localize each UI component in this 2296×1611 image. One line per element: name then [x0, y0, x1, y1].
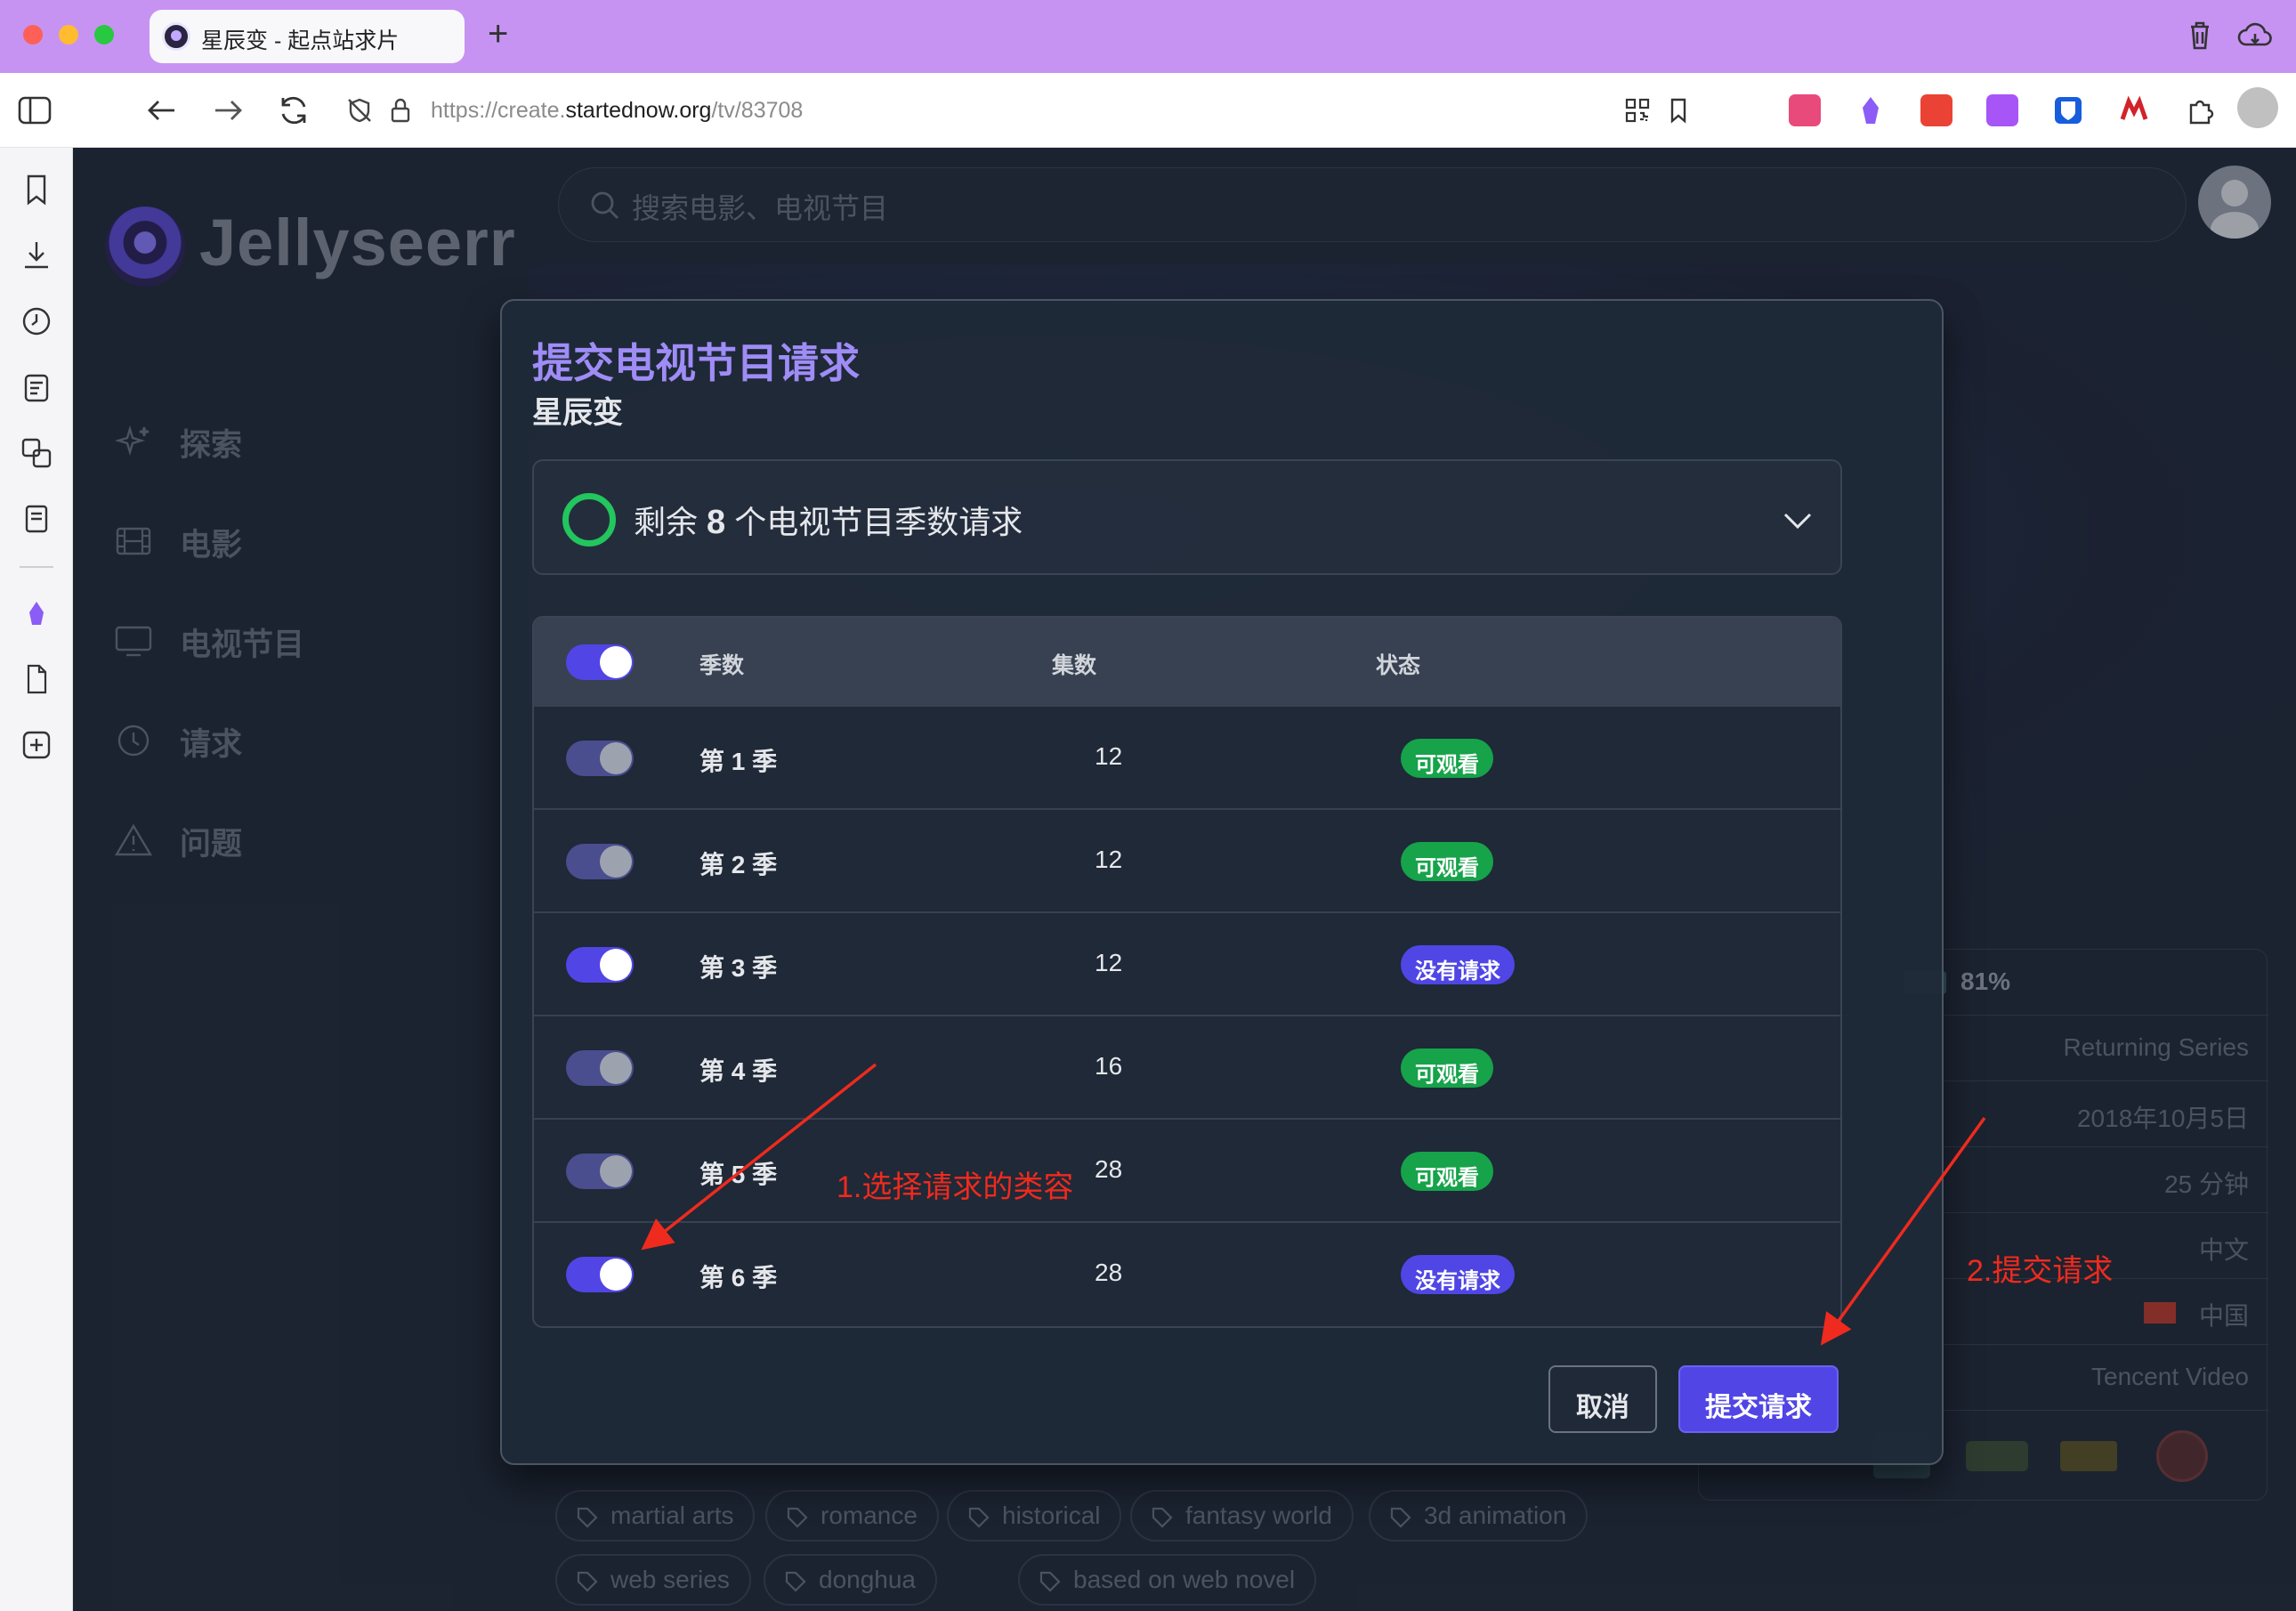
season-name: 第 4 季	[699, 1057, 778, 1085]
season-toggle[interactable]	[566, 947, 634, 983]
column-episodes: 集数	[1052, 653, 1097, 678]
quota-count: 8	[707, 504, 726, 541]
column-status: 状态	[1376, 653, 1421, 678]
profile-icon[interactable]	[2237, 87, 2278, 128]
season-toggle[interactable]	[566, 1257, 634, 1292]
season-name: 第 1 季	[699, 748, 778, 775]
quota-progress-ring	[562, 493, 616, 546]
quota-dropdown[interactable]: 剩余 8 个电视节目季数请求	[532, 459, 1842, 575]
status-badge: 可观看	[1401, 842, 1493, 881]
forward-arrow-icon[interactable]	[206, 89, 249, 132]
trash-icon[interactable]	[2180, 18, 2219, 53]
season-name: 第 6 季	[699, 1264, 778, 1291]
shield-off-icon[interactable]	[345, 96, 374, 125]
season-name: 第 3 季	[699, 954, 778, 982]
back-arrow-icon[interactable]	[141, 89, 183, 132]
zoom-window-button[interactable]	[94, 25, 114, 45]
downloads-icon[interactable]	[18, 237, 55, 274]
modal-subtitle: 星辰变	[532, 396, 623, 430]
browser-sidebar	[0, 148, 73, 1611]
request-modal: 提交电视节目请求 星辰变 剩余 8 个电视节目季数请求 季数 集数 状态 第 1…	[500, 299, 1944, 1465]
season-toggle[interactable]	[566, 741, 634, 776]
column-season: 季数	[699, 653, 745, 678]
url-prefix: https://create.	[431, 98, 566, 123]
season-episodes: 28	[1095, 1259, 1123, 1286]
season-name: 第 5 季	[699, 1161, 778, 1188]
table-row: 第 4 季 16 可观看	[534, 1015, 1840, 1118]
jellyseerr-favicon-icon	[162, 22, 190, 51]
lock-icon	[391, 98, 410, 123]
season-toggle[interactable]	[566, 1050, 634, 1086]
browser-toolbar: https://create.startednow.org/tv/83708	[0, 73, 2296, 148]
url-domain: startednow.org	[565, 98, 712, 123]
season-episodes: 16	[1095, 1052, 1123, 1080]
season-episodes: 12	[1095, 742, 1123, 770]
chevron-down-icon	[1783, 513, 1812, 530]
address-bar[interactable]: https://create.startednow.org/tv/83708	[336, 85, 1707, 135]
jellyseerr-sidebar-icon[interactable]	[18, 595, 55, 632]
browser-tab-bar: 星辰变 - 起点站求片 +	[0, 0, 2296, 73]
status-badge: 可观看	[1401, 1152, 1493, 1191]
new-tab-button[interactable]: +	[488, 16, 508, 52]
status-badge: 没有请求	[1401, 945, 1515, 984]
annotation-step2: 2.提交请求	[1967, 1254, 2114, 1288]
season-episodes: 12	[1095, 949, 1123, 976]
table-row: 第 3 季 12 没有请求	[534, 911, 1840, 1015]
status-badge: 可观看	[1401, 739, 1493, 778]
bookmarks-icon[interactable]	[18, 171, 55, 208]
download-icon[interactable]	[1986, 94, 2018, 126]
metadata-icon[interactable]	[2118, 94, 2150, 126]
table-row: 第 6 季 28 没有请求	[534, 1221, 1840, 1324]
quota-text: 剩余 8 个电视节目季数请求	[634, 497, 1023, 543]
table-row: 第 5 季 28 可观看	[534, 1118, 1840, 1221]
translate-icon[interactable]	[1789, 94, 1821, 126]
puzzle-icon[interactable]	[2184, 94, 2216, 126]
submit-request-button[interactable]: 提交请求	[1678, 1365, 1839, 1433]
crystal-icon[interactable]	[1855, 94, 1887, 126]
status-badge: 没有请求	[1401, 1255, 1515, 1294]
history-icon[interactable]	[18, 303, 55, 340]
table-row: 第 2 季 12 可观看	[534, 808, 1840, 911]
annotation-step1: 1.选择请求的类容	[837, 1170, 1074, 1204]
season-toggle[interactable]	[566, 1154, 634, 1189]
jellyseerr-app: Jellyseerr 探索 电影 电视节目 请求 问题 搜索电影、电视节目 81…	[73, 148, 2296, 1611]
quota-suffix: 个电视节目季数请求	[734, 504, 1023, 540]
cancel-button[interactable]: 取消	[1548, 1365, 1657, 1433]
notes-list-icon[interactable]	[18, 368, 55, 406]
translate-sidebar-icon[interactable]	[18, 434, 55, 472]
quota-prefix: 剩余	[634, 504, 699, 540]
url-path: /tv/83708	[711, 98, 804, 123]
add-panel-icon[interactable]	[18, 726, 55, 764]
sidebar-toggle-icon[interactable]	[14, 89, 57, 132]
tab-title: 星辰变 - 起点站求片	[201, 28, 400, 53]
season-episodes: 12	[1095, 846, 1123, 873]
minimize-window-button[interactable]	[59, 25, 78, 45]
season-toggle[interactable]	[566, 844, 634, 879]
season-table: 季数 集数 状态 第 1 季 12 可观看 第 2 季 12 可观看 第 3 季…	[532, 616, 1842, 1328]
close-window-button[interactable]	[23, 25, 43, 45]
season-name: 第 2 季	[699, 851, 778, 878]
season-episodes: 28	[1095, 1155, 1123, 1183]
sidebar-divider	[20, 566, 53, 568]
reload-icon[interactable]	[272, 89, 315, 132]
document-icon[interactable]	[18, 660, 55, 698]
select-all-toggle[interactable]	[566, 644, 634, 680]
bookmark-icon[interactable]	[1666, 96, 1691, 125]
notes-icon[interactable]	[1920, 94, 1952, 126]
bitwarden-icon[interactable]	[2052, 94, 2084, 126]
table-row: 第 1 季 12 可观看	[534, 705, 1840, 808]
reader-icon[interactable]	[18, 500, 55, 538]
qr-code-icon[interactable]	[1623, 96, 1652, 125]
status-badge: 可观看	[1401, 1048, 1493, 1088]
cloud-download-icon[interactable]	[2235, 18, 2275, 53]
table-header: 季数 集数 状态	[534, 618, 1840, 705]
browser-tab[interactable]: 星辰变 - 起点站求片	[150, 10, 465, 63]
url-text: https://create.startednow.org/tv/83708	[431, 98, 803, 124]
modal-title: 提交电视节目请求	[532, 340, 860, 386]
